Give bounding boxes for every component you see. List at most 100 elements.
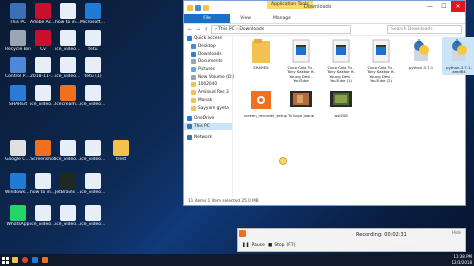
- stop-button[interactable]: ■ Stop (F7): [268, 243, 295, 248]
- title-bar: Application Tools Downloads — ☐ ✕: [184, 1, 465, 14]
- nav-item-icon: [191, 97, 196, 103]
- desktop-icon[interactable]: Icecream Screen ...: [55, 85, 81, 107]
- nav-item[interactable]: Pictures: [184, 66, 232, 74]
- app-icon: [35, 205, 51, 221]
- hide-button[interactable]: Hide: [452, 230, 461, 235]
- status-bar: 11 items 1 item selected 25.0 MB: [188, 198, 259, 203]
- desktop-icon[interactable]: Control Panel: [5, 57, 31, 79]
- desktop-icon[interactable]: ice_video_2...: [80, 140, 106, 162]
- desktop-icon[interactable]: ice_video_2...: [80, 85, 106, 107]
- file-name: Tu kaya Jaane: [287, 113, 315, 118]
- new-folder-icon[interactable]: [203, 4, 209, 11]
- maximize-button[interactable]: ☐: [437, 1, 451, 12]
- stop-shortcut: (F7): [286, 243, 296, 248]
- desktop-icon[interactable]: ice_video_2...: [80, 205, 106, 227]
- file-name: python-3.7.1-amd64: [446, 65, 472, 75]
- desktop-icon[interactable]: tetu (1): [80, 57, 106, 79]
- desktop-icon[interactable]: ice_video_2...: [30, 205, 56, 227]
- system-clock[interactable]: 11:38 PM 12/3/2018: [451, 254, 472, 266]
- video-thumbnail-icon: [288, 85, 314, 113]
- clock-date: 12/3/2018: [451, 260, 472, 265]
- folder-icon[interactable]: [187, 4, 193, 11]
- nav-item[interactable]: This PC: [184, 122, 232, 131]
- tab-file[interactable]: File: [184, 14, 230, 23]
- desktop-icon[interactable]: ice_video_2...: [55, 205, 81, 227]
- pause-button[interactable]: ❚❚ Pause: [242, 243, 265, 248]
- file-item[interactable]: Coca Cola Tu - Tony Kakkar ft. Young Des…: [284, 37, 318, 84]
- tab-manage[interactable]: Manage: [267, 16, 297, 21]
- properties-icon[interactable]: [195, 4, 201, 11]
- desktop-icon-label: Recycle Bin: [5, 47, 31, 52]
- nav-item[interactable]: Manak: [184, 97, 232, 105]
- desktop-icon[interactable]: ice_video_2...: [80, 173, 106, 195]
- nav-item[interactable]: Quick access: [184, 35, 232, 43]
- file-item[interactable]: SHAREit: [244, 37, 278, 70]
- file-item[interactable]: screen_recorder_setup: [244, 85, 287, 118]
- desktop-icon[interactable]: ice_video_2...: [30, 85, 56, 107]
- desktop-icon-label: Control Panel: [5, 74, 31, 79]
- nav-item[interactable]: New Volume (D:): [184, 73, 234, 81]
- file-item[interactable]: python-3.7.1: [404, 37, 438, 70]
- desktop-icon[interactable]: ice_video_2...: [55, 140, 81, 162]
- desktop-icon[interactable]: Cv: [30, 30, 56, 52]
- nav-item[interactable]: Documents: [184, 58, 232, 66]
- up-icon[interactable]: ↑: [203, 27, 209, 33]
- minimize-button[interactable]: —: [423, 1, 437, 12]
- taskbar-edge[interactable]: [30, 254, 40, 266]
- nav-item[interactable]: Sayyam gyeta: [184, 104, 232, 112]
- start-button[interactable]: [0, 254, 10, 266]
- file-item[interactable]: Tu kaya Jaane: [284, 85, 318, 118]
- nav-item[interactable]: Desktop: [184, 43, 232, 51]
- video-file-icon: [288, 37, 314, 65]
- desktop-icon[interactable]: Adobe Acrobat DC: [30, 3, 56, 25]
- tab-view[interactable]: View: [234, 16, 257, 21]
- nav-item-label: OneDrive: [194, 116, 215, 122]
- file-name: SHAREit: [253, 65, 269, 70]
- desktop-icon[interactable]: tetu: [80, 30, 106, 52]
- file-item[interactable]: python-3.7.1-amd64: [442, 37, 474, 75]
- app-icon: [85, 85, 101, 101]
- nav-item-label: Documents: [198, 59, 223, 65]
- address-bar[interactable]: › This PC › Downloads: [211, 25, 351, 34]
- desktop-icon-label: ice_video_2...: [55, 47, 81, 52]
- desktop-icon[interactable]: how to install python 3.7...: [30, 173, 56, 195]
- desktop-icon[interactable]: 2018-11-06 (1): [30, 57, 56, 79]
- file-item[interactable]: Coca Cola Tu - Tony Kakkar ft. Young Des…: [324, 37, 358, 84]
- search-input[interactable]: Search Downloads: [387, 25, 462, 34]
- nav-item-icon: [187, 134, 192, 140]
- desktop-icon[interactable]: JetBrains PyCharm ...: [55, 173, 81, 195]
- taskbar-recorder[interactable]: [40, 254, 50, 266]
- file-item[interactable]: Coca Cola Tu - Tony Kakkar ft. Young Des…: [364, 37, 398, 84]
- mouse-cursor-highlight: [279, 157, 287, 165]
- desktop-icon[interactable]: Screenshot: [30, 140, 56, 162]
- stop-label: Stop: [274, 243, 285, 248]
- desktop-icon[interactable]: WhatsApp: [5, 205, 31, 227]
- close-button[interactable]: ✕: [451, 1, 465, 12]
- taskbar-explorer[interactable]: [10, 254, 20, 266]
- nav-item[interactable]: 1002040: [184, 81, 232, 89]
- file-item[interactable]: wsi508: [324, 85, 358, 118]
- desktop-icon[interactable]: Microsoft Edge: [80, 3, 106, 25]
- taskbar-chrome[interactable]: [20, 254, 30, 266]
- desktop-icon[interactable]: how to install python: [55, 3, 81, 25]
- desktop-icon[interactable]: ice_video_2...: [55, 57, 81, 79]
- nav-item-icon: [187, 123, 192, 129]
- desktop-icon[interactable]: Google Chrome: [5, 140, 31, 162]
- nav-item-icon: [191, 74, 196, 80]
- desktop-icon[interactable]: trest: [108, 140, 134, 162]
- desktop-icon[interactable]: This PC: [5, 3, 31, 25]
- nav-item[interactable]: Network: [184, 133, 232, 141]
- desktop-icon[interactable]: SHAREit: [5, 85, 31, 107]
- desktop-icon[interactable]: Recycle Bin: [5, 30, 31, 52]
- nav-item[interactable]: OneDrive: [184, 115, 232, 123]
- file-list: SHAREit Coca Cola Tu - Tony Kakkar ft. Yo…: [234, 35, 474, 196]
- taskbar: 11:38 PM 12/3/2018: [0, 254, 474, 266]
- forward-icon[interactable]: →: [195, 27, 201, 33]
- quick-access-toolbar: [184, 4, 209, 11]
- back-icon[interactable]: ←: [187, 27, 193, 33]
- nav-item[interactable]: Amiloud Res 3: [184, 89, 232, 97]
- desktop-icon[interactable]: ice_video_2...: [55, 30, 81, 52]
- nav-item[interactable]: Downloads: [184, 50, 232, 58]
- desktop-icon[interactable]: Windows 10 Update As...: [5, 173, 31, 195]
- desktop-icon-label: ice_video_2...: [80, 222, 106, 227]
